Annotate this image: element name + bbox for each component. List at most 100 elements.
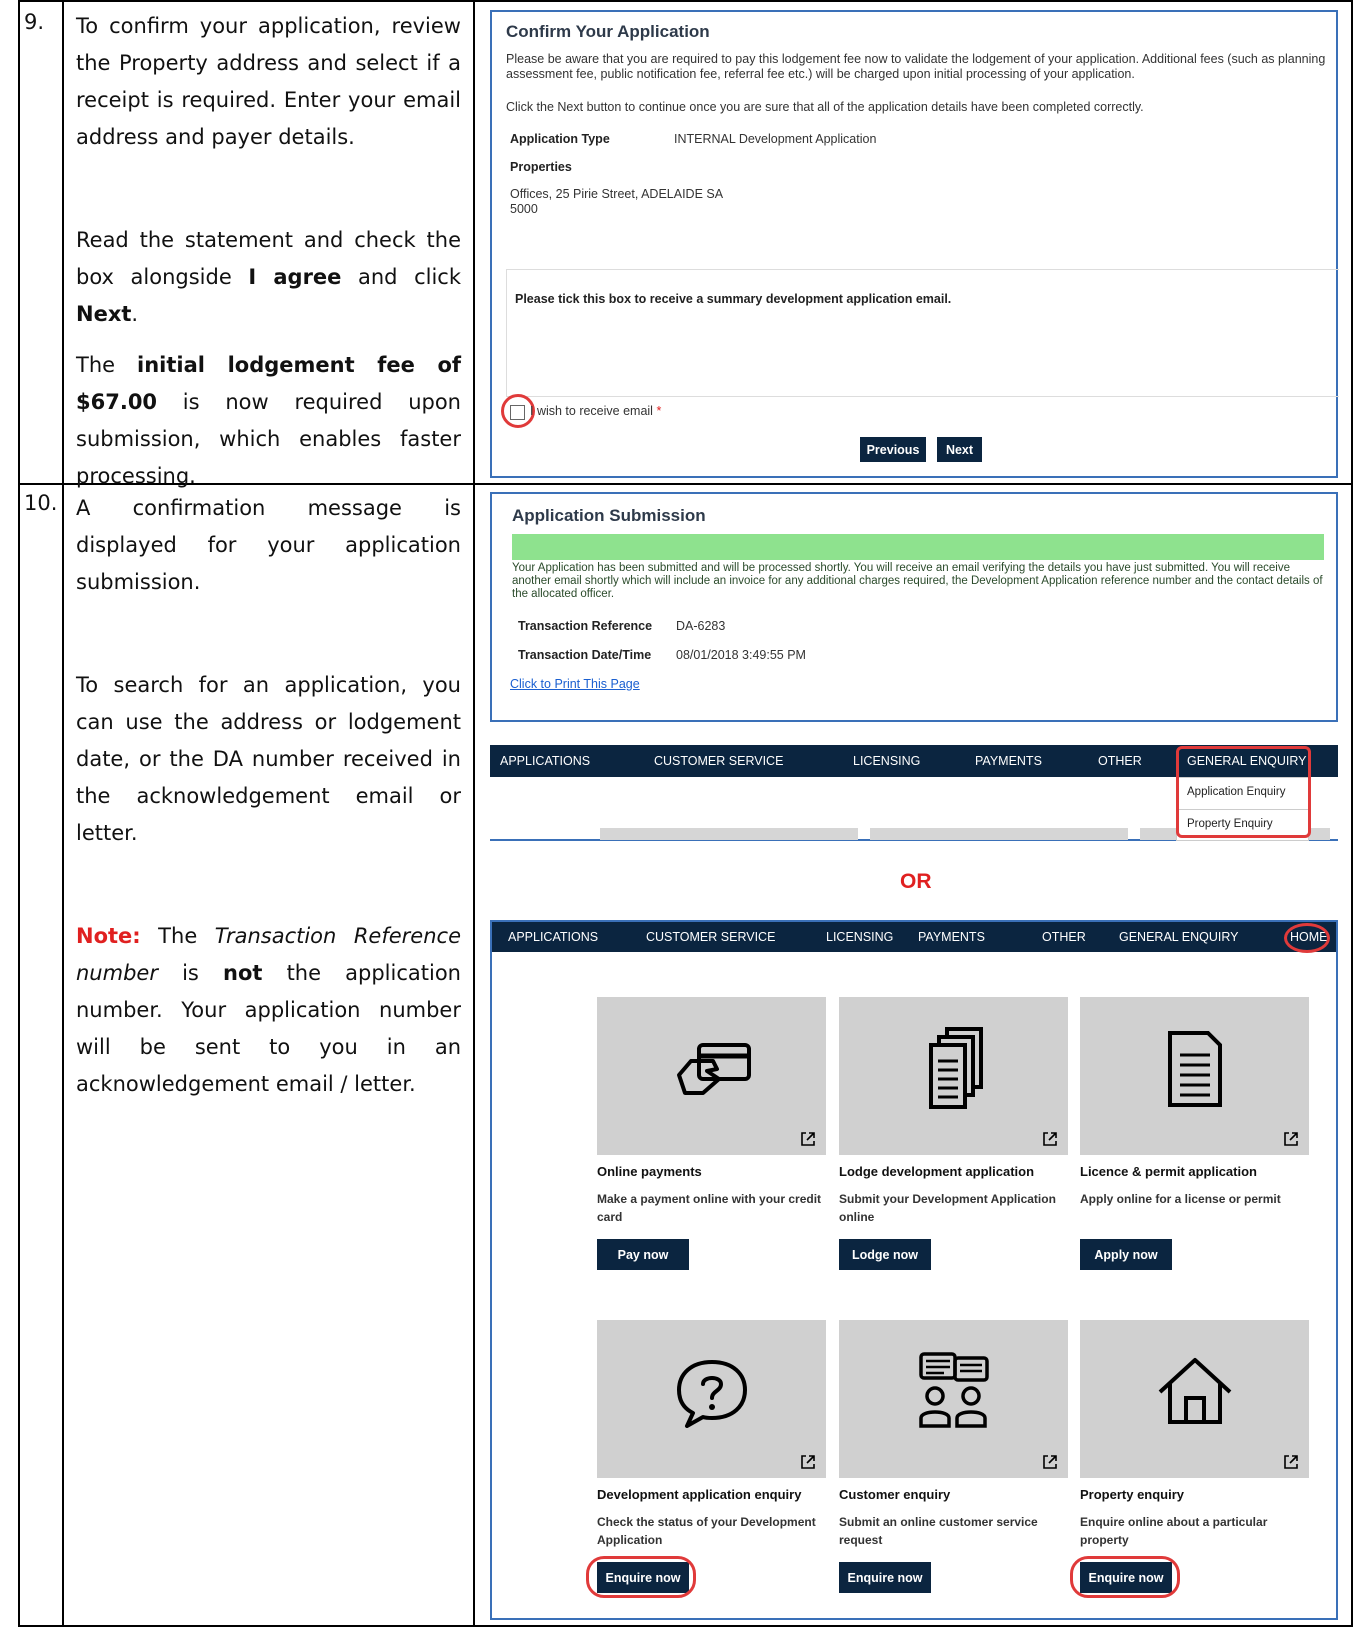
tile-title: Lodge development application	[839, 1164, 1035, 1179]
print-page-link[interactable]: Click to Print This Page	[510, 677, 640, 691]
tile-title: Property enquiry	[1080, 1487, 1185, 1502]
tile-description: Submit an online customer service reques…	[839, 1515, 1038, 1547]
table-border-left	[18, 0, 20, 1627]
tile-licence-permit[interactable]	[1080, 997, 1309, 1155]
nav-licensing[interactable]: LICENSING	[826, 922, 893, 952]
application-submission-panel: Application Submission Your Application …	[490, 492, 1338, 722]
house-icon	[1158, 1358, 1232, 1424]
property-address-line-1: Offices, 25 Pirie Street, ADELAIDE SA	[510, 187, 724, 201]
nav-general-enquiry[interactable]: GENERAL ENQUIRY	[1119, 922, 1238, 952]
transaction-date-value: 08/01/2018 3:49:55 PM	[676, 648, 806, 662]
table-col-divider-1	[62, 0, 64, 1627]
document-icon	[1168, 1031, 1222, 1107]
nav-other[interactable]: OTHER	[1042, 922, 1086, 952]
da-enquire-highlight	[586, 1556, 696, 1598]
confirm-application-panel: Confirm Your Application Please be aware…	[490, 10, 1339, 478]
lodge-now-button[interactable]: Lodge now	[839, 1239, 931, 1270]
step-9-para-2: Read the statement and check the box alo…	[76, 222, 461, 333]
application-type-value: INTERNAL Development Application	[674, 132, 877, 146]
apply-now-button[interactable]: Apply now	[1080, 1239, 1172, 1270]
submission-message: Your Application has been submitted and …	[512, 562, 1323, 600]
text: and click	[341, 265, 462, 289]
previous-button[interactable]: Previous	[860, 437, 926, 462]
confirm-title: Confirm Your Application	[506, 22, 710, 41]
home-highlight-ring	[1284, 923, 1330, 953]
tile-online-payments[interactable]	[597, 997, 826, 1155]
application-type-label: Application Type	[510, 132, 610, 146]
nav-other[interactable]: OTHER	[1098, 745, 1142, 777]
nav-payments[interactable]: PAYMENTS	[918, 922, 985, 952]
table-border-right	[1351, 0, 1353, 1627]
external-link-icon	[1043, 1132, 1057, 1146]
step-number-10: 10.	[24, 491, 58, 515]
tile-property-enquiry[interactable]	[1080, 1320, 1309, 1478]
step-9-para-3: The initial lodgement fee of $67.00 is n…	[76, 347, 461, 495]
confirm-notice: Please be aware that you are required to…	[506, 52, 1326, 81]
step-10-para-2: To search for an application, you can us…	[76, 673, 461, 845]
nav-payments[interactable]: PAYMENTS	[975, 745, 1042, 777]
table-border-top	[18, 0, 1353, 2]
note-label: Note:	[76, 924, 141, 948]
text: I wish to receive email	[530, 404, 653, 418]
table-col-divider-2	[473, 0, 475, 1627]
step-10-para-1: A confirmation message is displayed for …	[76, 496, 461, 594]
question-icon	[677, 1360, 747, 1428]
external-link-icon	[801, 1132, 815, 1146]
nav-applications[interactable]: APPLICATIONS	[500, 745, 590, 777]
step-number-9: 9.	[24, 10, 45, 34]
credit-card-icon	[677, 1043, 751, 1095]
transaction-reference-value: DA-6283	[676, 619, 726, 633]
step-10-text: A confirmation message is displayed for …	[76, 490, 461, 1103]
external-link-icon	[1284, 1132, 1298, 1146]
nav-customer-service[interactable]: CUSTOMER SERVICE	[654, 745, 783, 777]
tile-customer-enquiry[interactable]	[839, 1320, 1068, 1478]
nav-licensing[interactable]: LICENSING	[853, 745, 920, 777]
pay-now-button[interactable]: Pay now	[597, 1239, 689, 1270]
or-label: OR	[900, 870, 932, 893]
tile-description: Check the status of your Development App…	[597, 1515, 816, 1547]
external-link-icon	[801, 1455, 815, 1469]
nav-dropdown-screenshot: APPLICATIONS CUSTOMER SERVICE LICENSING …	[490, 745, 1338, 841]
step-9-text: To confirm your application, review the …	[76, 8, 461, 495]
required-mark: *	[656, 404, 662, 418]
tile-stub	[600, 828, 858, 840]
nav-customer-service[interactable]: CUSTOMER SERVICE	[646, 922, 775, 952]
tile-stub	[870, 828, 1128, 840]
customer-enquire-now-button[interactable]: Enquire now	[839, 1562, 931, 1593]
text: .	[131, 302, 139, 326]
nav-applications[interactable]: APPLICATIONS	[508, 922, 598, 952]
tile-title: Online payments	[597, 1164, 702, 1179]
home-page-panel: APPLICATIONS CUSTOMER SERVICE LICENSING …	[490, 920, 1338, 1620]
tile-da-enquiry[interactable]	[597, 1320, 826, 1478]
success-bar	[512, 534, 1324, 560]
tile-title: Licence & permit application	[1080, 1164, 1257, 1179]
tick-prompt: Please tick this box to receive a summar…	[515, 292, 952, 306]
properties-label: Properties	[510, 160, 572, 174]
home-nav-bar: APPLICATIONS CUSTOMER SERVICE LICENSING …	[492, 922, 1336, 952]
property-enquire-highlight	[1070, 1556, 1180, 1598]
tile-description: Apply online for a license or permit	[1080, 1192, 1281, 1206]
text: The	[76, 353, 138, 377]
checkbox-label: I wish to receive email *	[530, 404, 661, 418]
tile-description: Make a payment online with your credit c…	[597, 1192, 822, 1224]
text: not	[223, 961, 263, 985]
external-link-icon	[1043, 1455, 1057, 1469]
tile-description: Submit your Development Application onli…	[839, 1192, 1056, 1224]
next-text: Next	[76, 302, 132, 326]
text: The	[140, 924, 215, 948]
confirm-instruction: Click the Next button to continue once y…	[506, 100, 1144, 114]
email-opt-box: Please tick this box to receive a summar…	[506, 269, 1339, 397]
property-address-line-2: 5000	[510, 202, 538, 216]
transaction-date-label: Transaction Date/Time	[518, 648, 652, 662]
tile-title: Development application enquiry	[597, 1487, 802, 1502]
documents-icon	[929, 1027, 983, 1109]
transaction-reference-label: Transaction Reference	[518, 619, 653, 633]
step-10-note: Note: The Transaction Reference number i…	[76, 918, 461, 1103]
tile-lodge-application[interactable]	[839, 997, 1068, 1155]
people-chat-icon	[919, 1352, 989, 1428]
text: is	[157, 961, 224, 985]
next-button[interactable]: Next	[937, 437, 982, 462]
general-enquiry-highlight	[1176, 746, 1311, 838]
external-link-icon	[1284, 1455, 1298, 1469]
tile-description: Enquire online about a particular proper…	[1080, 1515, 1268, 1547]
